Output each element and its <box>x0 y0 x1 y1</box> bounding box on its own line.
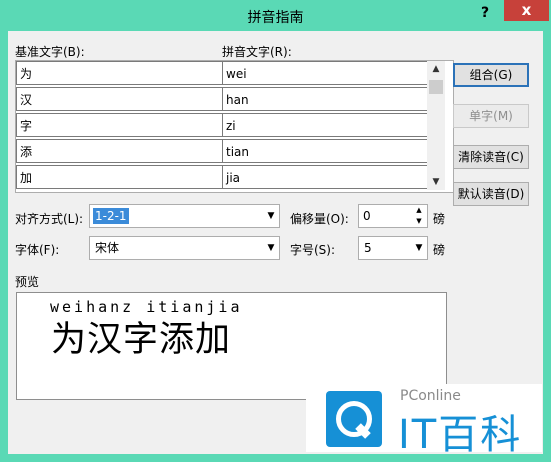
chevron-down-icon[interactable]: ▼ <box>263 205 279 227</box>
watermark: PConline IT百科 <box>306 384 542 458</box>
size-unit-label: 磅 <box>433 243 446 257</box>
pinyin-cell[interactable]: zi <box>222 113 429 137</box>
pinyin-text-label: 拼音文字(R): <box>222 45 292 59</box>
spin-up-icon[interactable]: ▲ <box>411 205 427 216</box>
close-button[interactable]: x <box>504 0 549 21</box>
base-text-label: 基准文字(B): <box>15 45 85 59</box>
watermark-big-text: IT百科 <box>398 412 523 458</box>
align-select[interactable]: 1-2-1 ▼ <box>89 204 280 228</box>
chevron-down-icon[interactable]: ▼ <box>411 237 427 259</box>
clear-reading-button[interactable]: 清除读音(C) <box>453 145 529 169</box>
font-label: 字体(F): <box>15 243 60 257</box>
pinyin-cell[interactable]: han <box>222 87 429 111</box>
spin-down-icon[interactable]: ▼ <box>411 216 427 227</box>
align-label: 对齐方式(L): <box>15 212 84 226</box>
size-select[interactable]: 5 ▼ <box>358 236 428 260</box>
dialog-title: 拼音指南 <box>247 10 304 26</box>
base-cell[interactable]: 加 <box>16 165 223 189</box>
help-button[interactable]: ? <box>472 3 498 23</box>
dialog-window: 拼音指南 ? x 基准文字(B): 拼音文字(R): 为 wei 汉 han 字… <box>0 0 551 462</box>
preview-label: 预览 <box>15 275 40 289</box>
base-cell[interactable]: 为 <box>16 61 223 85</box>
preview-base-text: 为汉字添加 <box>51 320 232 360</box>
default-reading-button[interactable]: 默认读音(D) <box>453 182 529 206</box>
scroll-up-icon[interactable]: ▲ <box>427 61 445 77</box>
align-value: 1-2-1 <box>93 208 129 224</box>
pinyin-cell[interactable]: wei <box>222 61 429 85</box>
offset-label: 偏移量(O): <box>290 212 349 226</box>
title-bar[interactable]: 拼音指南 ? x <box>0 0 551 31</box>
single-char-button[interactable]: 单字(M) <box>453 104 529 128</box>
scroll-thumb[interactable] <box>429 80 443 94</box>
chevron-down-icon[interactable]: ▼ <box>263 237 279 259</box>
size-value: 5 <box>364 241 372 255</box>
font-select[interactable]: 宋体 ▼ <box>89 236 280 260</box>
group-button[interactable]: 组合(G) <box>453 63 529 87</box>
offset-spinner[interactable]: 0 ▲ ▼ <box>358 204 428 228</box>
offset-unit-label: 磅 <box>433 212 446 226</box>
base-cell[interactable]: 汉 <box>16 87 223 111</box>
font-value: 宋体 <box>95 241 120 255</box>
pinyin-cell[interactable]: jia <box>222 165 429 189</box>
base-cell[interactable]: 添 <box>16 139 223 163</box>
pinyin-cell[interactable]: tian <box>222 139 429 163</box>
offset-value: 0 <box>363 209 371 223</box>
grid-scrollbar[interactable]: ▲ ▼ <box>427 61 445 190</box>
scroll-down-icon[interactable]: ▼ <box>427 174 445 190</box>
magnifier-logo-icon <box>326 391 382 447</box>
reading-grid: 为 wei 汉 han 字 zi 添 tian 加 jia <box>15 60 454 193</box>
size-label: 字号(S): <box>290 243 336 257</box>
base-cell[interactable]: 字 <box>16 113 223 137</box>
